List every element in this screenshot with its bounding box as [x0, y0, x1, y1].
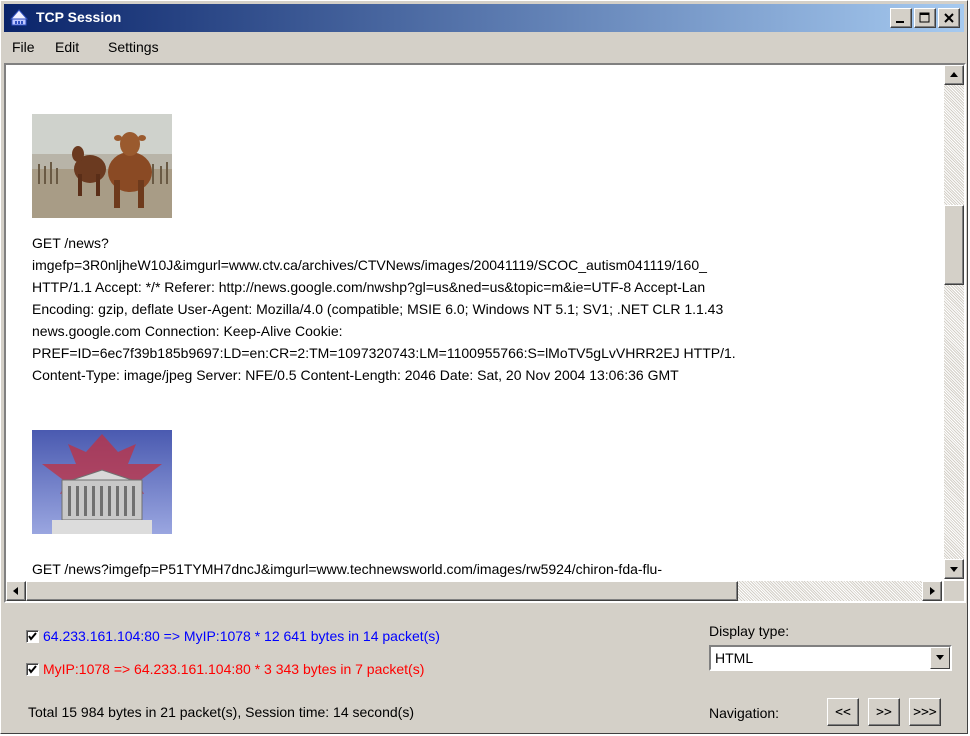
stream-outgoing-row[interactable]: MyIP:1078 => 64.233.161.104:80 * 3 343 b…: [26, 661, 424, 677]
minimize-icon: [896, 21, 904, 23]
scroll-left-button[interactable]: [6, 581, 26, 601]
app-network-icon: [10, 9, 28, 26]
close-icon: [944, 13, 954, 23]
stream-incoming-label: 64.233.161.104:80 => MyIP:1078 * 12 641 …: [43, 628, 440, 644]
close-button[interactable]: [938, 8, 960, 28]
scroll-right-button[interactable]: [922, 581, 942, 601]
request-1-line: Content-Type: image/jpeg Server: NFE/0.5…: [32, 367, 679, 383]
request-1-line: news.google.com Connection: Keep-Alive C…: [32, 323, 343, 339]
checkmark-icon: [28, 664, 37, 674]
cattle-thumbnail[interactable]: [32, 114, 172, 218]
request-1-line: HTTP/1.1 Accept: */* Referer: http://new…: [32, 279, 706, 295]
minimize-button[interactable]: [890, 8, 912, 28]
arrow-left-icon: [13, 587, 18, 595]
vertical-scrollbar[interactable]: [944, 65, 964, 579]
menu-bar: File Edit Settings: [4, 34, 964, 60]
session-summary-panel: 64.233.161.104:80 => MyIP:1078 * 12 641 …: [4, 607, 964, 730]
display-type-label: Display type:: [709, 623, 790, 639]
request-1-line: imgefp=3R0nljheW10J&imgurl=www.ctv.ca/ar…: [32, 257, 707, 273]
request-2-text: GET /news?imgefp=P51TYMH7dncJ&imgurl=www…: [32, 558, 942, 579]
stream-incoming-checkbox[interactable]: [26, 629, 39, 643]
scroll-down-button[interactable]: [944, 559, 964, 579]
arrow-up-icon: [950, 72, 958, 77]
request-1-line: GET /news?: [32, 235, 109, 251]
horizontal-scrollbar[interactable]: [6, 581, 942, 601]
menu-edit[interactable]: Edit: [55, 39, 79, 55]
nav-last-button[interactable]: >>>: [909, 698, 941, 726]
checkmark-icon: [28, 631, 37, 641]
nav-first-button[interactable]: <<: [827, 698, 859, 726]
menu-file[interactable]: File: [12, 39, 35, 55]
courthouse-thumbnail[interactable]: [32, 430, 172, 534]
session-total-text: Total 15 984 bytes in 21 packet(s), Sess…: [28, 704, 414, 720]
session-content-view[interactable]: GET /news? imgefp=3R0nljheW10J&imgurl=ww…: [4, 63, 966, 603]
title-bar[interactable]: TCP Session: [4, 4, 964, 32]
scroll-up-button[interactable]: [944, 65, 964, 85]
arrow-right-icon: [930, 587, 935, 595]
content-area[interactable]: GET /news? imgefp=3R0nljheW10J&imgurl=ww…: [6, 65, 942, 579]
stream-outgoing-checkbox[interactable]: [26, 662, 39, 676]
maximize-button[interactable]: [914, 8, 936, 28]
stream-outgoing-label: MyIP:1078 => 64.233.161.104:80 * 3 343 b…: [43, 661, 425, 677]
window-controls: [890, 8, 960, 28]
navigation-label: Navigation:: [709, 705, 780, 721]
request-1-text: GET /news? imgefp=3R0nljheW10J&imgurl=ww…: [32, 232, 942, 386]
request-1-line: Encoding: gzip, deflate User-Agent: Mozi…: [32, 301, 724, 317]
chevron-down-icon: [936, 655, 944, 660]
nav-next-button[interactable]: >>: [868, 698, 900, 726]
horizontal-scroll-thumb[interactable]: [26, 581, 738, 601]
tcp-session-window: TCP Session File Edit Settings GET /news…: [0, 0, 968, 734]
maximize-icon: [919, 12, 930, 23]
stream-incoming-row[interactable]: 64.233.161.104:80 => MyIP:1078 * 12 641 …: [26, 628, 440, 644]
display-type-dropdown-button[interactable]: [930, 647, 950, 669]
scroll-corner: [944, 581, 964, 601]
menu-settings[interactable]: Settings: [108, 39, 159, 55]
window-title: TCP Session: [36, 9, 122, 25]
arrow-down-icon: [950, 567, 958, 572]
display-type-select[interactable]: HTML: [709, 645, 952, 671]
request-2-line: GET /news?imgefp=P51TYMH7dncJ&imgurl=www…: [32, 561, 662, 577]
display-type-value: HTML: [715, 650, 754, 666]
vertical-scroll-thumb[interactable]: [944, 205, 964, 285]
request-1-line: PREF=ID=6ec7f39b185b9697:LD=en:CR=2:TM=1…: [32, 345, 736, 361]
